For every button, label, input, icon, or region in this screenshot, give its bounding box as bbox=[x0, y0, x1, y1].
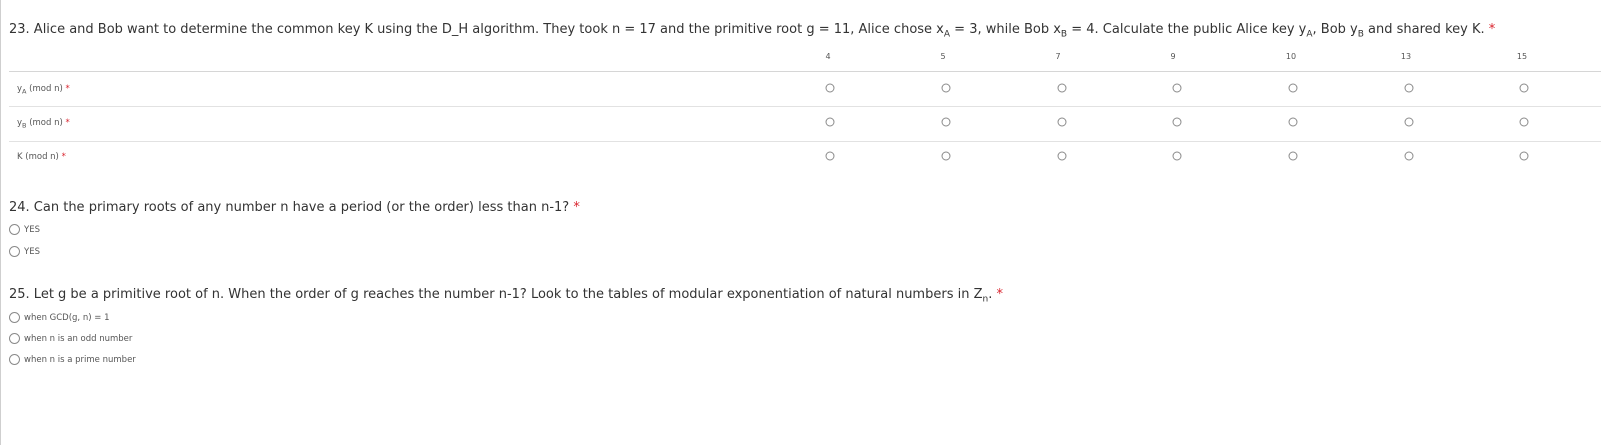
radio-ya-7[interactable] bbox=[1057, 83, 1067, 93]
radio-button[interactable] bbox=[9, 246, 20, 257]
column-header: 10 bbox=[1285, 52, 1297, 61]
q24-option-1[interactable]: YES bbox=[9, 224, 40, 235]
radio-button[interactable] bbox=[9, 354, 20, 365]
radio-ya-13[interactable] bbox=[1404, 83, 1414, 93]
column-header: 13 bbox=[1400, 52, 1412, 61]
radio-k-15[interactable] bbox=[1519, 151, 1529, 161]
grid-row-label-ya: yA (mod n) * bbox=[17, 84, 70, 96]
grid-divider bbox=[9, 106, 1601, 107]
radio-button[interactable] bbox=[9, 224, 20, 235]
column-header: 15 bbox=[1516, 52, 1528, 61]
radio-k-10[interactable] bbox=[1288, 151, 1298, 161]
column-header: 5 bbox=[940, 52, 946, 61]
radio-yb-13[interactable] bbox=[1404, 117, 1414, 127]
radio-yb-9[interactable] bbox=[1172, 117, 1182, 127]
column-header: 9 bbox=[1170, 52, 1176, 61]
radio-k-7[interactable] bbox=[1057, 151, 1067, 161]
question-24-title: 24. Can the primary roots of any number … bbox=[9, 200, 580, 215]
column-header: 4 bbox=[825, 52, 831, 61]
grid-divider bbox=[9, 71, 1601, 72]
q24-option-2[interactable]: YES bbox=[9, 246, 40, 257]
q25-option-3[interactable]: when n is a prime number bbox=[9, 354, 136, 365]
radio-yb-15[interactable] bbox=[1519, 117, 1529, 127]
radio-button[interactable] bbox=[9, 312, 20, 323]
radio-yb-4[interactable] bbox=[825, 117, 835, 127]
radio-ya-5[interactable] bbox=[941, 83, 951, 93]
radio-ya-10[interactable] bbox=[1288, 83, 1298, 93]
grid-row-label-k: K (mod n) * bbox=[17, 152, 66, 162]
radio-ya-9[interactable] bbox=[1172, 83, 1182, 93]
radio-yb-10[interactable] bbox=[1288, 117, 1298, 127]
radio-yb-5[interactable] bbox=[941, 117, 951, 127]
required-marker: * bbox=[1488, 22, 1496, 37]
q25-option-2[interactable]: when n is an odd number bbox=[9, 333, 132, 344]
radio-k-13[interactable] bbox=[1404, 151, 1414, 161]
radio-k-5[interactable] bbox=[941, 151, 951, 161]
radio-ya-15[interactable] bbox=[1519, 83, 1529, 93]
question-25-title: 25. Let g be a primitive root of n. When… bbox=[9, 287, 1003, 305]
left-border bbox=[0, 0, 1, 445]
radio-yb-7[interactable] bbox=[1057, 117, 1067, 127]
grid-divider bbox=[9, 141, 1601, 142]
column-header: 7 bbox=[1055, 52, 1061, 61]
radio-button[interactable] bbox=[9, 333, 20, 344]
radio-k-4[interactable] bbox=[825, 151, 835, 161]
radio-k-9[interactable] bbox=[1172, 151, 1182, 161]
q25-option-1[interactable]: when GCD(g, n) = 1 bbox=[9, 312, 109, 323]
grid-row-label-yb: yB (mod n) * bbox=[17, 118, 70, 130]
question-23-title: 23. Alice and Bob want to determine the … bbox=[9, 22, 1496, 40]
radio-ya-4[interactable] bbox=[825, 83, 835, 93]
